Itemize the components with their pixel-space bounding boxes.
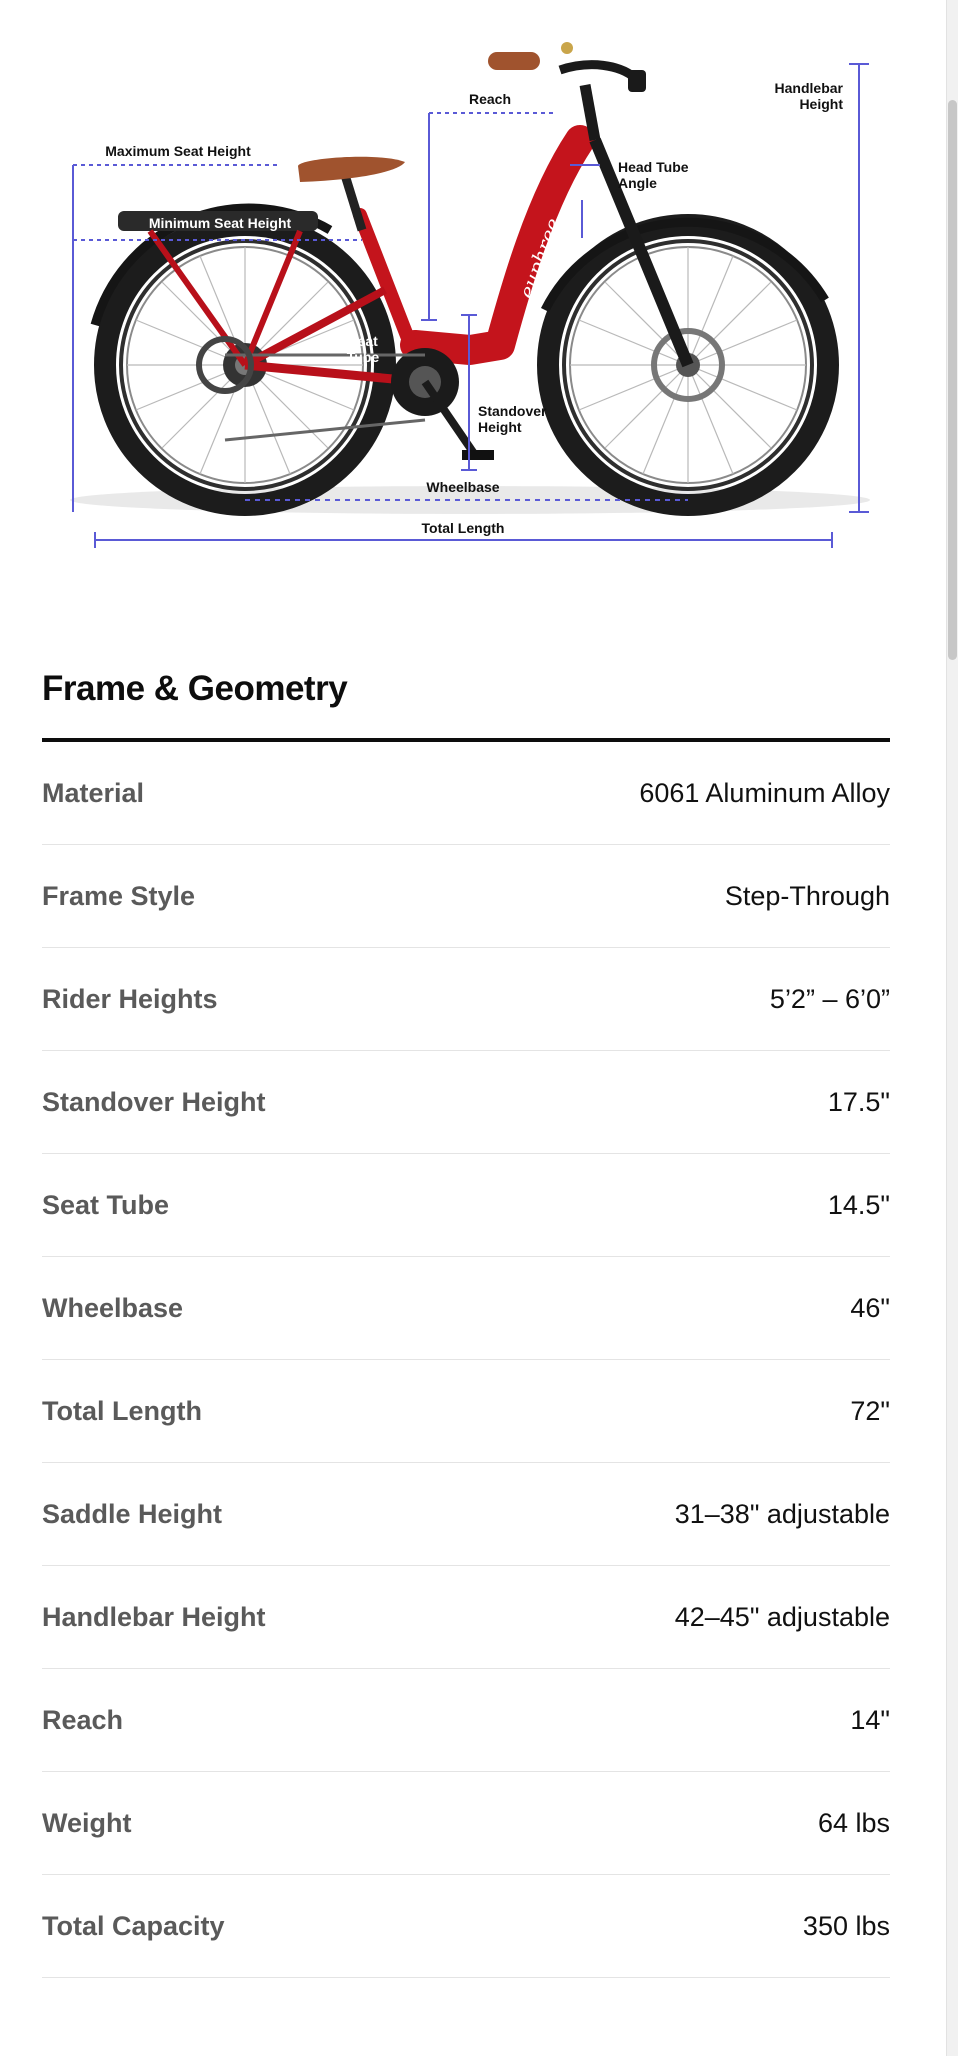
- spec-row: Reach 14": [42, 1669, 890, 1772]
- spec-label: Seat Tube: [42, 1189, 170, 1220]
- spec-row: Weight 64 lbs: [42, 1772, 890, 1875]
- spec-label: Frame Style: [42, 880, 196, 911]
- section-title: Frame & Geometry: [42, 640, 890, 742]
- spec-label: Weight: [42, 1807, 132, 1838]
- spec-row: Seat Tube 14.5": [42, 1154, 890, 1257]
- spec-value: Step-Through: [724, 880, 890, 911]
- spec-label: Material: [42, 777, 145, 808]
- spec-row: Saddle Height 31–38" adjustable: [42, 1463, 890, 1566]
- spec-label: Rider Heights: [42, 983, 218, 1014]
- label-head-tube-angle-2: Angle: [618, 175, 657, 191]
- scrollbar-thumb[interactable]: [948, 100, 957, 660]
- spec-value: 14": [850, 1704, 890, 1735]
- spec-value: 17.5": [827, 1086, 890, 1117]
- label-maximum-seat-height: Maximum Seat Height: [105, 143, 251, 159]
- bike-geometry-svg: euphree Reach Handlebar Height Maximum S…: [70, 42, 870, 548]
- label-seat-tube-1: Seat: [348, 333, 378, 349]
- label-seat-tube-2: Tube: [347, 349, 380, 365]
- label-handlebar-height-2: Height: [799, 96, 843, 112]
- spec-table: Material 6061 Aluminum Alloy Frame Style St…: [42, 742, 890, 1978]
- spec-label: Total Capacity: [42, 1910, 225, 1941]
- spec-label: Wheelbase: [42, 1292, 184, 1323]
- spec-row: Handlebar Height 42–45" adjustable: [42, 1566, 890, 1669]
- spec-row: Total Length 72": [42, 1360, 890, 1463]
- spec-label: Total Length: [42, 1395, 202, 1426]
- label-minimum-seat-height: Minimum Seat Height: [149, 215, 292, 231]
- scrollbar[interactable]: [946, 0, 958, 2056]
- spec-row: Wheelbase 46": [42, 1257, 890, 1360]
- page: euphree Reach Handlebar Height Maximum S…: [0, 0, 958, 2056]
- spec-value: 64 lbs: [817, 1807, 890, 1838]
- dimension-labels: Reach Handlebar Height Maximum Seat Heig…: [105, 80, 843, 536]
- label-head-tube-angle-1: Head Tube: [618, 159, 689, 175]
- bike-geometry-diagram: euphree Reach Handlebar Height Maximum S…: [0, 0, 940, 590]
- spec-row: Frame Style Step-Through: [42, 845, 890, 948]
- label-standover-height-2: Height: [478, 419, 522, 435]
- spec-value: 6061 Aluminum Alloy: [639, 777, 890, 808]
- label-standover-height-1: Standover: [478, 403, 547, 419]
- spec-row: Total Capacity 350 lbs: [42, 1875, 890, 1978]
- label-total-length: Total Length: [422, 520, 505, 536]
- label-wheelbase: Wheelbase: [426, 479, 499, 495]
- label-reach: Reach: [469, 91, 511, 107]
- spec-value: 46": [850, 1292, 890, 1323]
- spec-label: Standover Height: [42, 1086, 266, 1117]
- spec-value: 72": [850, 1395, 890, 1426]
- spec-value: 42–45" adjustable: [674, 1601, 890, 1632]
- spec-value: 350 lbs: [802, 1910, 890, 1941]
- label-handlebar-height-1: Handlebar: [775, 80, 844, 96]
- spec-row: Material 6061 Aluminum Alloy: [42, 742, 890, 845]
- spec-value: 5’2” – 6’0”: [769, 983, 890, 1014]
- spec-label: Handlebar Height: [42, 1601, 266, 1632]
- frame-geometry-section: Frame & Geometry Material 6061 Aluminum A…: [42, 640, 890, 1978]
- spec-value: 14.5": [827, 1189, 890, 1220]
- spec-label: Saddle Height: [42, 1498, 223, 1529]
- spec-label: Reach: [42, 1704, 124, 1735]
- spec-value: 31–38" adjustable: [674, 1498, 890, 1529]
- spec-row: Standover Height 17.5": [42, 1051, 890, 1154]
- spec-row: Rider Heights 5’2” – 6’0”: [42, 948, 890, 1051]
- bike-frame: euphree: [243, 125, 595, 389]
